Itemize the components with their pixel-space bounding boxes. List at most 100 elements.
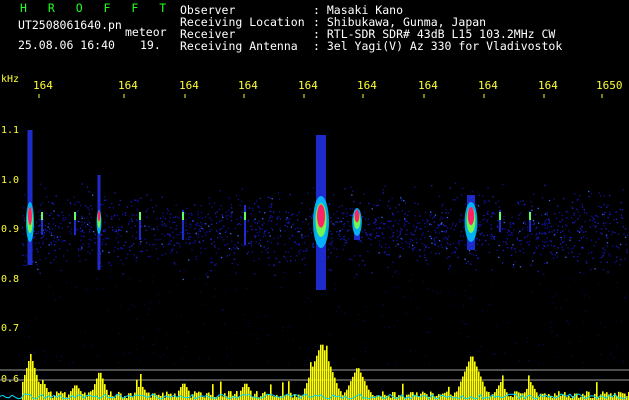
noise-pixel [370,243,372,246]
noise-pixel [515,342,517,344]
noise-pixel [305,248,308,250]
noise-pixel [259,239,262,241]
noise-pixel [352,190,354,192]
noise-pixel [283,255,285,257]
noise-pixel [43,232,45,234]
noise-pixel [498,206,500,208]
noise-pixel [387,205,389,207]
noise-pixel [595,231,598,233]
noise-pixel [483,200,485,202]
noise-pixel [78,221,80,223]
noise-pixel [134,225,136,227]
noise-pixel [72,362,74,363]
noise-pixel [67,226,69,228]
noise-pixel [286,225,288,228]
histogram-bar [600,394,602,400]
noise-pixel [153,352,155,354]
noise-pixel [570,237,572,239]
noise-pixel [50,242,52,244]
noise-pixel [579,271,581,274]
noise-pixel [397,236,399,238]
noise-pixel [533,221,535,223]
noise-pixel [490,215,492,218]
noise-pixel [446,248,448,250]
noise-pixel [407,242,409,244]
noise-pixel [439,292,441,294]
noise-pixel [185,346,186,348]
noise-pixel [274,274,276,276]
noise-pixel [526,226,529,228]
noise-pixel [397,286,399,288]
histogram-bar [106,389,108,400]
noise-pixel [536,226,538,229]
histogram-bar [136,379,138,400]
noise-pixel [298,250,300,253]
histogram-bar [310,362,312,400]
histogram-bar [326,345,328,400]
noise-pixel [408,210,410,213]
noise-pixel [152,244,154,246]
noise-pixel [162,353,164,355]
noise-pixel [528,240,531,243]
noise-pixel [82,344,84,346]
noise-pixel [299,271,301,274]
noise-pixel [153,276,155,278]
noise-pixel [284,230,286,232]
noise-pixel [189,226,191,228]
noise-pixel [58,226,60,228]
noise-pixel [403,200,405,202]
noise-pixel [153,228,155,230]
noise-pixel [33,351,35,353]
histogram-bar [134,392,136,400]
noise-pixel [346,215,348,217]
noise-pixel [579,215,581,217]
histogram-bar [530,382,532,400]
noise-pixel [503,352,505,354]
noise-pixel [344,312,346,314]
noise-pixel [563,235,566,237]
echo-ping [139,212,141,220]
noise-pixel [52,203,54,205]
noise-pixel [480,224,482,226]
noise-pixel [63,255,65,257]
noise-pixel [435,253,437,255]
noise-pixel [495,202,497,204]
noise-pixel [538,363,540,364]
noise-pixel [482,195,484,197]
noise-pixel [400,197,402,199]
noise-pixel [216,222,218,224]
echo-core [467,207,475,225]
histogram-bar [262,393,264,400]
noise-pixel [108,226,110,229]
noise-pixel [405,240,407,243]
noise-pixel [544,220,546,222]
noise-pixel [484,218,486,220]
noise-pixel [519,212,522,214]
noise-pixel [23,233,25,235]
noise-pixel [569,277,571,279]
noise-pixel [592,217,594,219]
noise-pixel [392,276,394,278]
noise-pixel [225,215,228,217]
histogram-bar [328,361,330,400]
noise-pixel [422,219,424,221]
noise-pixel [542,232,544,234]
histogram-bar [436,395,438,400]
noise-pixel [373,229,375,231]
noise-pixel [486,234,488,236]
echo-core [28,207,32,225]
noise-pixel [120,229,122,231]
noise-pixel [150,301,152,303]
noise-pixel [176,242,178,244]
noise-pixel [233,258,236,260]
noise-pixel [80,230,82,233]
noise-pixel [275,257,277,260]
noise-pixel [339,230,341,232]
noise-pixel [568,230,570,232]
histogram-bar [322,344,324,400]
noise-pixel [447,212,450,214]
noise-pixel [621,217,624,219]
noise-pixel [462,303,464,305]
noise-pixel [254,218,256,220]
histogram-bar [502,375,504,400]
